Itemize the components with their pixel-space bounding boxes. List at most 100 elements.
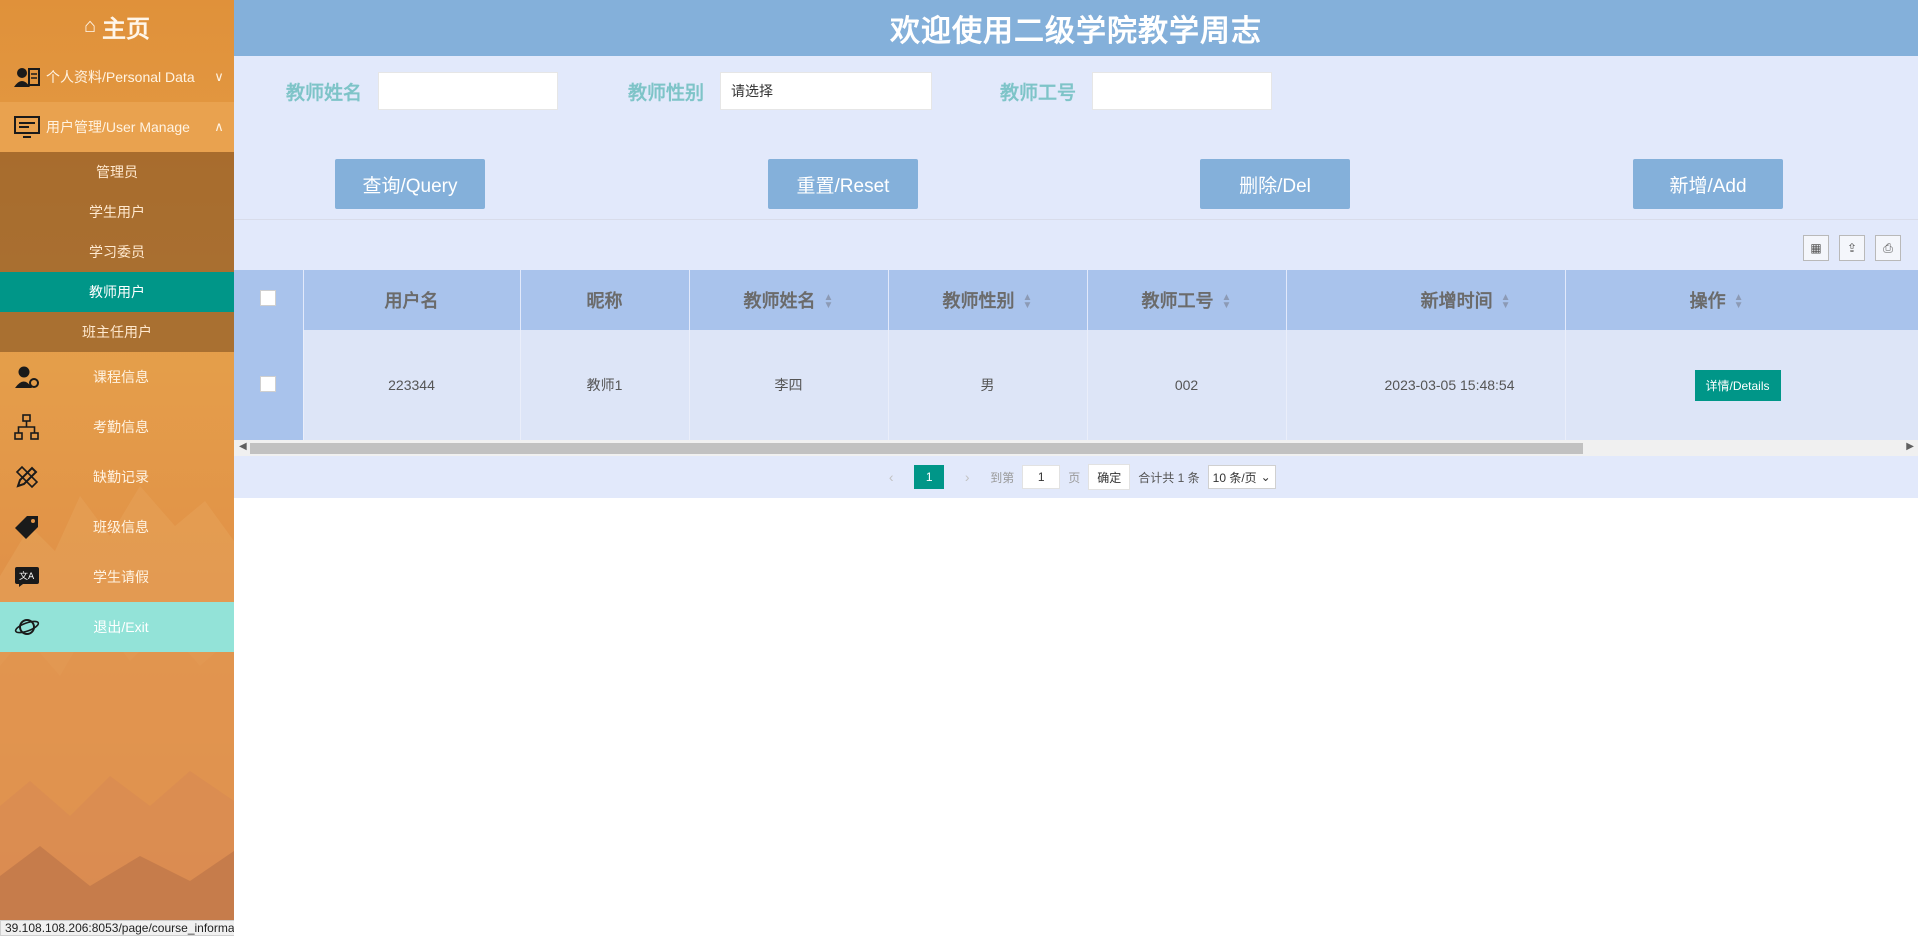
col-teacher-id[interactable]: 教师工号 ▲ ▼ [1087, 270, 1287, 330]
cell-teacher-name: 李四 [689, 330, 889, 440]
monitor-icon [12, 113, 42, 141]
menu-attendance-info-label: 考勤信息 [93, 419, 149, 435]
columns-filter-icon[interactable]: ▦ [1803, 235, 1829, 261]
submenu-student-users[interactable]: 学生用户 [0, 192, 234, 232]
svg-text:文A: 文A [19, 570, 35, 582]
export-icon[interactable]: ⇪ [1839, 235, 1865, 261]
scroll-left-icon[interactable]: ◀ [239, 441, 247, 452]
status-url: 39.108.108.206:8053/page/course_informat… [0, 920, 234, 936]
prev-page-icon[interactable]: ‹ [876, 465, 906, 489]
add-button[interactable]: 新增/Add [1633, 159, 1783, 209]
delete-button[interactable]: 删除/Del [1200, 159, 1350, 209]
teacher-id-input[interactable] [1092, 72, 1273, 110]
details-button[interactable]: 详情/Details [1694, 369, 1781, 401]
menu-class-info[interactable]: 班级信息 [0, 502, 234, 552]
col-username: 用户名 [303, 270, 521, 330]
sort-icon[interactable]: ▲ ▼ [1734, 293, 1744, 311]
row-checkbox[interactable] [260, 375, 277, 392]
home-label: 主页 [102, 15, 151, 43]
select-all-cell [234, 270, 304, 330]
teacher-gender-field: 教师性别 请选择 [628, 72, 933, 110]
sort-icon[interactable]: ▲ ▼ [824, 293, 834, 311]
cell-created-time: 2023-03-05 15:48:54 [1286, 330, 1566, 440]
current-page[interactable]: 1 [914, 465, 945, 489]
user-manage-submenu: 管理员 学生用户 学习委员 教师用户 班主任用户 [0, 152, 234, 352]
row-select-cell [234, 330, 304, 440]
table-row[interactable]: 223344 教师1 李四 男 002 2023-03-05 15:48:54 … [234, 330, 1918, 440]
sort-icon[interactable]: ▲ ▼ [1222, 293, 1232, 311]
query-button[interactable]: 查询/Query [335, 159, 485, 209]
table-toolbar: ▦ ⇪ ⎙ [234, 220, 1918, 270]
menu-exit[interactable]: 退出/Exit [0, 602, 234, 652]
chevron-up-icon: ∧ [214, 119, 224, 134]
table-header-row: 用户名 昵称 教师姓名 ▲ ▼ 教师性别 ▲ ▼ 教师工号 ▲ ▼ 新增时间 ▲ ▼ 操作 ▲ ▼ [234, 270, 1918, 330]
scroll-right-icon[interactable]: ▶ [1906, 441, 1914, 452]
user-card-icon [12, 63, 42, 91]
col-nickname: 昵称 [520, 270, 690, 330]
page-size-value: 10 条/页 [1212, 470, 1257, 485]
reset-button[interactable]: 重置/Reset [768, 159, 918, 209]
sidebar: ⌂ 主页 个人资料/Personal Data ∨ 用户管理/User Mana… [0, 0, 234, 936]
org-chart-icon [12, 413, 42, 441]
goto-page-input[interactable]: 1 [1022, 465, 1061, 489]
menu-student-leave-label: 学生请假 [93, 569, 149, 585]
teacher-name-field: 教师姓名 [286, 72, 559, 110]
menu-student-leave[interactable]: 文A 学生请假 [0, 552, 234, 602]
select-all-checkbox[interactable] [260, 289, 277, 306]
teacher-name-input[interactable] [378, 72, 559, 110]
next-page-icon[interactable]: › [952, 465, 982, 489]
tag-icon [12, 513, 42, 541]
cell-teacher-gender: 男 [888, 330, 1088, 440]
col-actions[interactable]: 操作 ▲ ▼ [1565, 270, 1918, 330]
table-panel: ▦ ⇪ ⎙ 用户名 昵称 教师姓名 ▲ ▼ 教师性别 ▲ ▼ 教师工号 ▲ ▼ 新增时间 ▲ ▼… [234, 219, 1918, 498]
teacher-table: 用户名 昵称 教师姓名 ▲ ▼ 教师性别 ▲ ▼ 教师工号 ▲ ▼ 新增时间 ▲ ▼ 操作 ▲ ▼ … [234, 270, 1918, 440]
print-icon[interactable]: ⎙ [1875, 235, 1901, 261]
submenu-teacher-users[interactable]: 教师用户 [0, 272, 234, 312]
menu-class-info-label: 班级信息 [93, 519, 149, 535]
menu-attendance-info[interactable]: 考勤信息 [0, 402, 234, 452]
pencil-ruler-icon [12, 463, 42, 491]
submenu-admin[interactable]: 管理员 [0, 152, 234, 192]
page-title: 欢迎使用二级学院教学周志 [234, 0, 1918, 56]
cell-teacher-id: 002 [1087, 330, 1287, 440]
home-link[interactable]: ⌂ 主页 [0, 0, 234, 52]
menu-user-manage-label: 用户管理/User Manage [46, 119, 190, 135]
sort-icon[interactable]: ▲ ▼ [1501, 293, 1511, 311]
cell-nickname: 教师1 [520, 330, 690, 440]
teacher-gender-select[interactable]: 请选择 [720, 72, 933, 110]
menu-user-manage[interactable]: 用户管理/User Manage ∧ [0, 102, 234, 152]
menu-personal-data[interactable]: 个人资料/Personal Data ∨ [0, 52, 234, 102]
home-icon: ⌂ [83, 14, 97, 37]
teacher-id-field: 教师工号 [1000, 72, 1273, 110]
main-content: 欢迎使用二级学院教学周志 教师姓名 教师性别 请选择 教师工号 查询/Query… [234, 0, 1918, 936]
user-gear-icon [12, 363, 42, 391]
page-unit-label: 页 [1068, 470, 1081, 485]
teacher-gender-label: 教师性别 [628, 82, 705, 104]
col-teacher-name[interactable]: 教师姓名 ▲ ▼ [689, 270, 889, 330]
total-count: 合计共 1 条 [1138, 470, 1200, 485]
pagination: ‹ 1 › 到第 1 页 确定 合计共 1 条 10 条/页 ⌄ [234, 456, 1918, 498]
submenu-head-teacher-users[interactable]: 班主任用户 [0, 312, 234, 352]
goto-confirm-button[interactable]: 确定 [1088, 464, 1131, 490]
col-teacher-gender[interactable]: 教师性别 ▲ ▼ [888, 270, 1088, 330]
teacher-id-label: 教师工号 [1000, 82, 1077, 104]
menu-personal-data-label: 个人资料/Personal Data [46, 69, 195, 85]
teacher-name-label: 教师姓名 [286, 82, 363, 104]
translate-icon: 文A [12, 563, 42, 591]
scrollbar-thumb[interactable] [250, 443, 1583, 454]
submenu-study-committee[interactable]: 学习委员 [0, 232, 234, 272]
goto-label: 到第 [990, 470, 1015, 485]
menu-course-info[interactable]: 课程信息 [0, 352, 234, 402]
col-created-time[interactable]: 新增时间 ▲ ▼ [1286, 270, 1566, 330]
planet-icon [12, 613, 42, 641]
menu-exit-label: 退出/Exit [93, 619, 149, 635]
menu-absence-records-label: 缺勤记录 [93, 469, 149, 485]
sort-icon[interactable]: ▲ ▼ [1023, 293, 1033, 311]
menu-absence-records[interactable]: 缺勤记录 [0, 452, 234, 502]
page-size-select[interactable]: 10 条/页 ⌄ [1207, 465, 1276, 489]
chevron-down-icon: ⌄ [1260, 470, 1271, 484]
horizontal-scrollbar[interactable]: ◀ ▶ [234, 440, 1918, 456]
cell-username: 223344 [303, 330, 521, 440]
menu-course-info-label: 课程信息 [93, 369, 149, 385]
side-menu: 个人资料/Personal Data ∨ 用户管理/User Manage ∧ … [0, 52, 234, 652]
